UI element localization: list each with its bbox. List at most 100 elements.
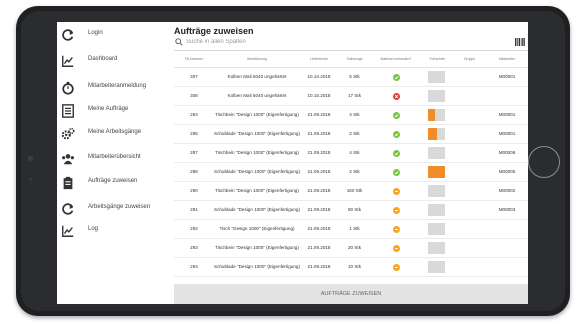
minus-icon	[392, 187, 400, 195]
cell-fa-nummer: 287	[190, 150, 198, 156]
cell-liefertermin: 10.10.2018	[307, 93, 331, 99]
sidebar-item-log[interactable]: Log	[57, 220, 164, 242]
sidebar-item-label: Arbeitsgänge zuweisen	[88, 204, 151, 210]
sidebar-item-label: Login	[88, 30, 103, 36]
cell-sollmenge: 4 Stk	[349, 150, 360, 156]
sidebar-item-mitarbeiteranmeldung[interactable]: Mitarbeiteranmeldung	[57, 77, 164, 99]
table-row[interactable]: 307 Kolben Mali 5040 ungehärtet 10.10.2018…	[174, 68, 528, 87]
cell-liefertermin: 21.09.2018	[307, 112, 331, 118]
cell-gruppe	[453, 201, 486, 219]
table-row[interactable]: 290 Tischbein "Design 1000" (Eigenfertigu…	[174, 182, 528, 201]
cell-bezeichnung: Schublade "Design 1000" (Eigenfertigung)	[214, 264, 301, 270]
cell-material-status	[371, 220, 421, 238]
cell-mitarbeiter: M00003	[498, 207, 516, 213]
cell-bezeichnung: Schublade "Design 1000" (Eigenfertigung)	[214, 207, 301, 213]
table-row[interactable]: 287 Tischbein "Design 1000" (Eigenfertigu…	[174, 144, 528, 163]
cell-mitarbeiter	[486, 239, 528, 257]
check-icon	[392, 73, 400, 81]
progress-bar	[428, 223, 445, 235]
sidebar-item-meine-auftraege[interactable]: Meine Aufträge	[57, 100, 164, 122]
home-button[interactable]	[528, 146, 560, 178]
cell-mitarbeiter	[486, 277, 528, 280]
sidebar-item-label: Aufträge zuweisen	[88, 178, 138, 184]
table-row[interactable]: 295Tischbein "Design 1000" (Eigenfertigu…	[174, 277, 528, 280]
column-header-mitarbeiter[interactable]: Mitarbeiter	[486, 53, 528, 67]
table-row[interactable]: 293 Tischbein "Design 1000" (Eigenfertigu…	[174, 239, 528, 258]
cell-bezeichnung: Kolben Mali 5040 ungehärtet	[227, 93, 287, 99]
progress-bar	[428, 204, 445, 216]
stopwatch-icon	[60, 80, 76, 96]
cell-material-status	[371, 87, 421, 105]
table-row[interactable]: 294 Schublade "Design 1000" (Eigenfertigu…	[174, 258, 528, 277]
minus-icon	[392, 263, 400, 271]
cell-material-status	[371, 182, 421, 200]
cell-material-status	[371, 144, 421, 162]
cell-fa-nummer: 285	[190, 131, 198, 137]
cell-gruppe	[453, 106, 486, 124]
cell-sollmenge: 80 Stk	[347, 207, 362, 213]
cell-bezeichnung: Schublade "Design 1000" (Eigenfertigung)	[214, 131, 301, 137]
cell-bezeichnung: Kolben Mali 5040 ungehärtet	[227, 74, 287, 80]
cell-mitarbeiter: M00006	[498, 150, 516, 156]
table-row[interactable]: 291 Schublade "Design 1000" (Eigenfertigu…	[174, 201, 528, 220]
cell-mitarbeiter: M00001	[498, 74, 516, 80]
cell-sollmenge: 5 Stk	[349, 74, 360, 80]
cell-gruppe	[453, 220, 486, 238]
column-header-liefertermin[interactable]: Liefertermin	[300, 53, 338, 67]
column-header-sollmenge[interactable]: Sollmenge	[338, 53, 371, 67]
table-row[interactable]: 292 Tisch "Design 1000" (Eigenfertigung) 2…	[174, 220, 528, 239]
refresh-icon	[60, 27, 76, 43]
barcode-icon[interactable]	[515, 37, 525, 47]
progress-fill	[428, 128, 438, 140]
minus-icon	[392, 225, 400, 233]
cell-liefertermin: 10.10.2018	[307, 74, 331, 80]
table-row[interactable]: 308 Kolben Mali 5040 ungehärtet 10.10.2018…	[174, 87, 528, 106]
cell-mitarbeiter	[486, 220, 528, 238]
refresh-icon	[60, 201, 76, 217]
divider	[174, 50, 528, 51]
cell-gruppe	[453, 163, 486, 181]
check-icon	[392, 168, 400, 176]
sidebar-item-auftraege-zuweisen[interactable]: Aufträge zuweisen	[57, 172, 164, 194]
column-header-bezeichnung[interactable]: Bezeichnung	[214, 53, 300, 67]
cell-material-status	[371, 106, 421, 124]
progress-bar	[428, 90, 445, 102]
cell-mitarbeiter: M00001	[498, 131, 516, 137]
table-row[interactable]: 284 Tischbein "Design 1000" (Eigenfertigu…	[174, 106, 528, 125]
page-title: Aufträge zuweisen	[174, 26, 254, 36]
cell-gruppe	[453, 182, 486, 200]
cell-gruppe	[453, 239, 486, 257]
cell-gruppe	[453, 125, 486, 143]
sidebar-item-label: Meine Aufträge	[88, 106, 129, 112]
sidebar-item-meine-arbeitsgaenge[interactable]: Meine Arbeitsgänge	[57, 123, 164, 145]
cell-fa-nummer: 288	[190, 169, 198, 175]
column-header-fortschritt[interactable]: Fortschritt	[421, 53, 453, 67]
cell-material-status	[371, 125, 421, 143]
sidebar-item-arbeitsgaenge-zuweisen[interactable]: Arbeitsgänge zuweisen	[57, 198, 164, 220]
table-row[interactable]: 288 Schublade "Design 1000" (Eigenfertigu…	[174, 163, 528, 182]
cell-sollmenge: 2 Stk	[349, 169, 360, 175]
column-header-material[interactable]: Material vorhanden?	[371, 53, 421, 67]
sensor-dot	[29, 178, 32, 181]
cell-sollmenge: 160 Stk	[346, 188, 363, 194]
cell-fa-nummer: 295	[174, 277, 214, 280]
column-header-gruppe[interactable]: Gruppe	[453, 53, 486, 67]
table-row[interactable]: 285 Schublade "Design 1000" (Eigenfertigu…	[174, 125, 528, 144]
progress-bar	[428, 166, 445, 178]
cell-bezeichnung: Tischbein "Design 1000" (Eigenfertigung)	[215, 188, 299, 194]
sidebar-item-login[interactable]: Login	[57, 24, 164, 46]
cell-fa-nummer: 292	[190, 226, 198, 232]
sidebar-item-dashboard[interactable]: Dashboard	[57, 50, 164, 72]
cell-fa-nummer: 284	[190, 112, 198, 118]
cell-fa-nummer: 291	[190, 207, 198, 213]
main-content: Aufträge zuweisen FA-Nummer Bezeichnung …	[174, 22, 528, 304]
sidebar: Login Dashboard Mitarbeiteranmeldung Mei…	[57, 22, 164, 304]
sidebar-item-mitarbeiteruebersicht[interactable]: Mitarbeiterübersicht	[57, 148, 164, 170]
minus-icon	[392, 244, 400, 252]
column-header-fa-nummer[interactable]: FA-Nummer	[174, 53, 214, 67]
search-input[interactable]	[186, 37, 326, 47]
check-icon	[392, 130, 400, 138]
cell-gruppe	[453, 144, 486, 162]
cell-gruppe	[453, 258, 486, 276]
assign-orders-button[interactable]: AUFTRÄGE ZUWEISEN	[174, 284, 528, 304]
